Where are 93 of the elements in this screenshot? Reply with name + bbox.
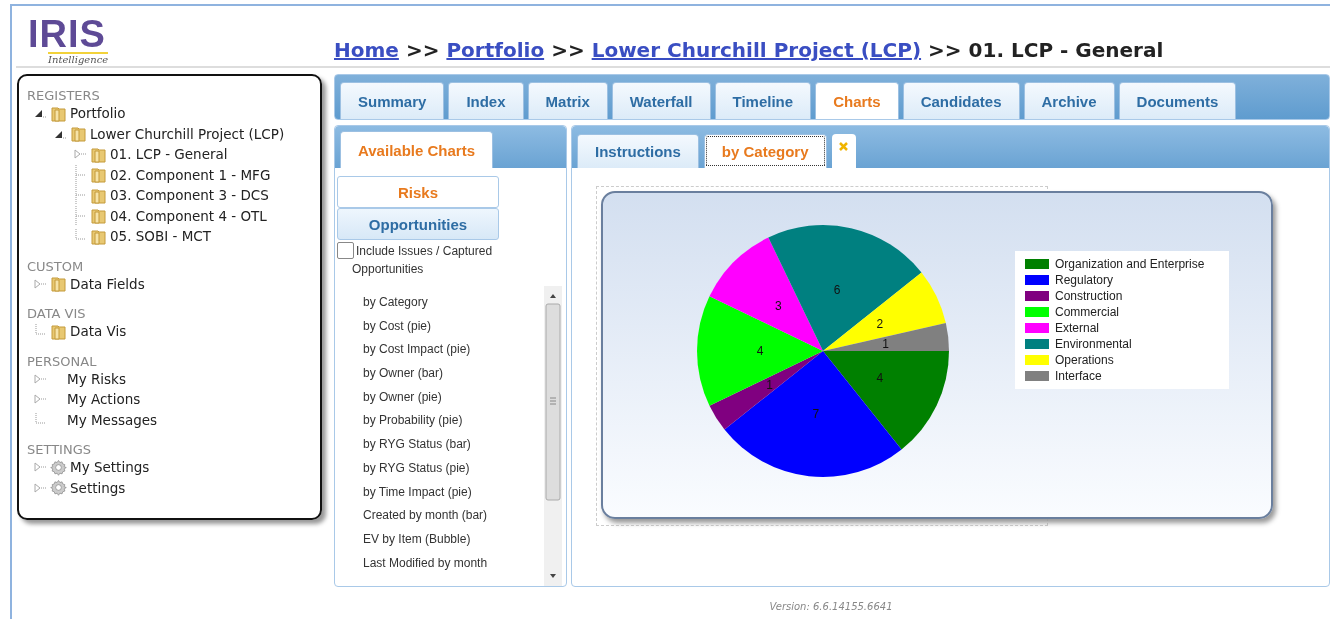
chart-list-item[interactable]: by Time Impact (pie) (363, 483, 544, 508)
logo-title: IRIS (28, 16, 106, 52)
tree-item[interactable]: 03. Component 3 - DCS (110, 187, 269, 204)
tree-line-icon (73, 164, 87, 185)
chart-list-item[interactable]: Created by month (bar) (363, 507, 544, 531)
chart-list-item[interactable]: by Cost Impact (pie) (363, 341, 544, 366)
tree-item[interactable]: Data Fields (70, 275, 145, 292)
chart-list-item[interactable]: by Owner (bar) (363, 365, 544, 389)
chart-list-item[interactable]: by Cost (pie) (363, 317, 544, 342)
tree-item[interactable]: My Messages (67, 411, 158, 428)
slice-value: 4 (876, 371, 884, 386)
tree-line-icon (33, 412, 47, 427)
scrollbar[interactable] (544, 286, 562, 586)
chart-list-item[interactable]: by RYG Status (pie) (363, 459, 544, 484)
slice-value: 7 (812, 406, 820, 421)
tree-item[interactable]: 01. LCP - General (110, 146, 228, 163)
folder-icon (50, 104, 67, 122)
legend-label: Commercial (1055, 305, 1119, 319)
breadcrumb-link[interactable]: Portfolio (446, 38, 545, 62)
tab[interactable]: Index (448, 82, 524, 119)
tab[interactable]: Timeline (714, 82, 812, 119)
breadcrumb-separator: >> (551, 38, 585, 62)
collapsed-icon[interactable] (33, 371, 47, 386)
tree-item[interactable]: Portfolio (70, 105, 126, 122)
section-title: PERSONAL (27, 353, 98, 369)
chart-list-item[interactable]: EV by Item (Bubble) (363, 530, 544, 555)
slice-value: 1 (882, 336, 889, 351)
legend-label: Interface (1055, 369, 1102, 383)
logo-subtitle: Intelligence (48, 52, 109, 65)
chart-type-button[interactable]: Opportunities (337, 208, 499, 240)
breadcrumb-separator: >> (928, 38, 962, 62)
tree-item[interactable]: My Risks (67, 370, 126, 387)
legend-label: External (1055, 321, 1100, 335)
tree-item[interactable]: Settings (70, 479, 126, 496)
section-title: SETTINGS (27, 442, 92, 457)
folder-icon (70, 125, 87, 143)
slice-value: 2 (876, 316, 884, 331)
tab[interactable]: Matrix (527, 82, 608, 119)
section-title: CUSTOM (27, 258, 85, 274)
breadcrumb-current: 01. LCP - General (968, 38, 1164, 62)
slice-value: 6 (833, 282, 841, 297)
tab[interactable]: Archive (1023, 82, 1115, 119)
collapsed-icon[interactable] (33, 460, 47, 475)
tab[interactable]: Documents (1118, 82, 1237, 119)
chart-list-item[interactable]: by Category (363, 294, 544, 318)
folder-icon (50, 275, 67, 293)
legend-label: Regulatory (1055, 273, 1114, 287)
slice-value: 4 (756, 344, 764, 358)
legend-label: Organization and Enterprise (1055, 257, 1205, 271)
legend-label: Construction (1055, 289, 1123, 303)
chart-list-item[interactable]: by RYG Status (bar) (363, 436, 544, 460)
tree-item[interactable]: 02. Component 1 - MFG (110, 166, 271, 183)
tab[interactable]: Instructions (577, 134, 699, 168)
tab[interactable]: Candidates (902, 82, 1020, 119)
tree-item[interactable]: My Actions (67, 391, 141, 408)
slice-value: 3 (775, 299, 782, 314)
chart-list-item[interactable]: by Owner (pie) (363, 388, 544, 413)
tree-line-icon (73, 205, 87, 226)
close-button[interactable] (831, 134, 856, 168)
folder-icon (90, 207, 107, 225)
tab[interactable]: Waterfall (611, 82, 711, 119)
version-text: Version: 6.6.14155.6641 (768, 600, 894, 612)
tree-item[interactable]: My Settings (70, 459, 150, 476)
collapsed-icon[interactable] (73, 147, 87, 162)
tab[interactable]: Summary (340, 82, 445, 119)
tree-item[interactable]: 05. SOBI - MCT (110, 228, 211, 245)
breadcrumb-separator: >> (405, 38, 440, 62)
folder-icon (90, 227, 107, 245)
folder-icon (90, 145, 107, 163)
gear-icon (50, 479, 67, 497)
tree-item[interactable]: Data Vis (70, 323, 127, 340)
gear-icon (50, 458, 67, 476)
collapsed-icon[interactable] (33, 480, 47, 495)
tree-item[interactable]: Lower Churchill Project (LCP) (90, 125, 285, 142)
chart-list-item[interactable]: Last Modified by month (363, 554, 544, 579)
chart-list-item[interactable]: by Probability (pie) (363, 412, 544, 437)
checkbox-label: Include Issues / Captured Opportunities (352, 243, 494, 278)
tree-line-icon (73, 185, 87, 206)
collapsed-icon[interactable] (33, 392, 47, 407)
legend-label: Environmental (1055, 337, 1132, 351)
folder-icon (90, 166, 107, 184)
collapsed-icon[interactable] (33, 276, 47, 291)
tree-item[interactable]: 04. Component 4 - OTL (110, 207, 267, 224)
section-title: DATA VIS (27, 306, 87, 321)
section-title: REGISTERS (27, 88, 101, 103)
folder-icon (90, 186, 107, 204)
checkbox[interactable] (337, 242, 354, 259)
legend-label: Operations (1055, 353, 1114, 367)
close-icon[interactable] (839, 142, 849, 151)
breadcrumb-link[interactable]: Lower Churchill Project (LCP) (591, 38, 922, 62)
folder-icon (50, 322, 67, 340)
slice-value: 1 (766, 377, 773, 392)
breadcrumb-link[interactable]: Home (334, 38, 399, 62)
